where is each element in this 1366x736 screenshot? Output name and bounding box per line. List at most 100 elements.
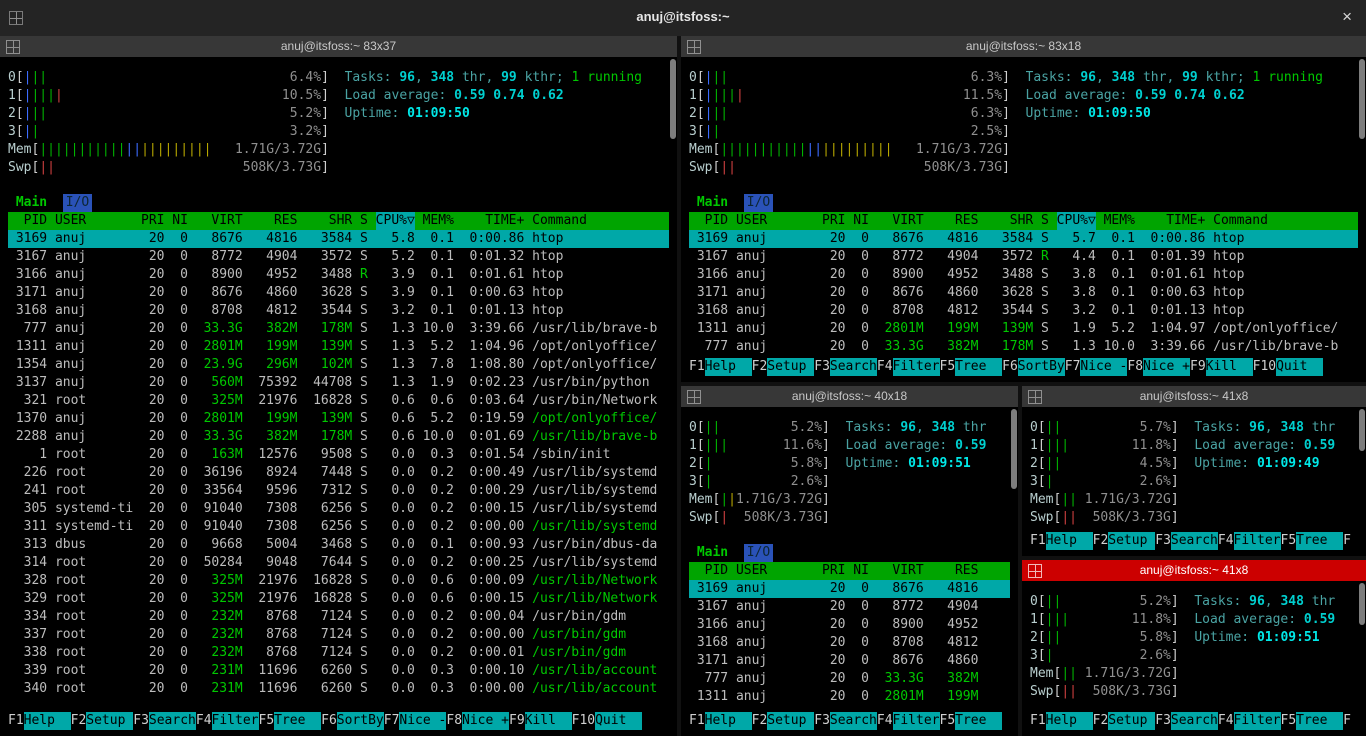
process-row-1370[interactable]: 1370anuj2002801M199M139MS0.65.20:19.59/o…: [8, 410, 669, 428]
col-header-virt[interactable]: VIRT: [196, 212, 243, 230]
process-row-328[interactable]: 328root200325M2197616828S0.00.60:00.09/u…: [8, 572, 669, 590]
scrollbar[interactable]: [1359, 59, 1365, 380]
fkey-f[interactable]: F: [1343, 712, 1351, 730]
fkey-f3[interactable]: F3Search: [1155, 532, 1218, 550]
col-header-pri[interactable]: PRI: [141, 212, 164, 230]
terminal-left[interactable]: 0[|||6.4%]1[|||||10.5%]2[|||5.2%]3[||3.2…: [0, 57, 677, 736]
col-header-pri[interactable]: PRI: [822, 212, 845, 230]
fkey-f2[interactable]: F2Setup: [1093, 712, 1156, 730]
fkey-f2[interactable]: F2Setup: [752, 712, 815, 730]
process-row-3137[interactable]: 3137anuj200560M7539244708S1.31.90:02.23/…: [8, 374, 669, 392]
pane-grid-icon[interactable]: [687, 40, 701, 54]
process-row-1354[interactable]: 1354anuj20023.9G296M102MS1.37.81:08.80/o…: [8, 356, 669, 374]
fkey-f1[interactable]: F1Help: [689, 712, 752, 730]
fkey-f1[interactable]: F1Help: [689, 358, 752, 376]
process-row-3169[interactable]: 3169anuj200867648163584S5.80.10:00.86hto…: [8, 230, 669, 248]
process-row-1311[interactable]: 1311anuj2002801M199M139MS1.35.21:04.96/o…: [8, 338, 669, 356]
col-header-res[interactable]: RES: [251, 212, 298, 230]
process-row-3171[interactable]: 3171anuj200867648603628S3.90.10:00.63hto…: [8, 284, 669, 302]
col-header-s[interactable]: S: [360, 212, 368, 230]
col-header-pid[interactable]: PID: [8, 212, 47, 230]
fkey-f2[interactable]: F2Setup: [71, 712, 134, 730]
process-row-3171[interactable]: 3171anuj200867648603628S3.80.10:00.63hto…: [689, 284, 1358, 302]
fkey-f1[interactable]: F1Help: [1030, 712, 1093, 730]
window-titlebar[interactable]: anuj@itsfoss:~ ×: [0, 0, 1366, 37]
col-header-virt[interactable]: VIRT: [877, 562, 924, 580]
col-header-user[interactable]: USER: [736, 212, 814, 230]
pane-titlebar-right-bottom[interactable]: anuj@itsfoss:~ 41x8: [1022, 560, 1366, 581]
fkey-f2[interactable]: F2Setup: [1093, 532, 1156, 550]
process-row-3171[interactable]: 3171anuj20086764860: [689, 652, 1010, 670]
col-header-mem[interactable]: MEM%: [423, 212, 454, 230]
close-icon[interactable]: ×: [1342, 7, 1352, 27]
pane-grid-icon[interactable]: [6, 40, 20, 54]
process-row-3166[interactable]: 3166anuj200890049523488S3.80.10:01.61hto…: [689, 266, 1358, 284]
col-header-res[interactable]: RES: [932, 562, 979, 580]
fkey-f10[interactable]: F10Quit: [1253, 358, 1323, 376]
col-header-user[interactable]: USER: [55, 212, 133, 230]
col-header-ni[interactable]: NI: [853, 212, 869, 230]
process-row-777[interactable]: 777anuj20033.3G382M178MS1.310.03:39.66/u…: [8, 320, 669, 338]
tab-io[interactable]: I/O: [744, 544, 773, 562]
tab-main[interactable]: Main: [697, 544, 728, 562]
terminal-right-top[interactable]: 0[|||6.3%]1[|||||11.5%]2[|||6.3%]3[||2.5…: [681, 57, 1366, 382]
process-row-305[interactable]: 305systemd-ti2009104073086256S0.00.20:00…: [8, 500, 669, 518]
col-header-shr[interactable]: SHR: [986, 212, 1033, 230]
pane-grid-icon[interactable]: [1028, 390, 1042, 404]
fkey-f6[interactable]: F6SortBy: [1002, 358, 1065, 376]
process-row-339[interactable]: 339root200231M116966260S0.00.30:00.10/us…: [8, 662, 669, 680]
process-row-338[interactable]: 338root200232M87687124S0.00.20:00.01/usr…: [8, 644, 669, 662]
fkey-f4[interactable]: F4Filter: [1218, 532, 1281, 550]
process-row-334[interactable]: 334root200232M87687124S0.00.20:00.04/usr…: [8, 608, 669, 626]
process-row-3167[interactable]: 3167anuj20087724904: [689, 598, 1010, 616]
pane-titlebar-right-top[interactable]: anuj@itsfoss:~ 83x18: [681, 36, 1366, 57]
scrollbar[interactable]: [1359, 409, 1365, 554]
scrollbar-thumb[interactable]: [1011, 409, 1017, 489]
process-row-777[interactable]: 777anuj20033.3G382M: [689, 670, 1010, 688]
process-row-329[interactable]: 329root200325M2197616828S0.00.60:00.15/u…: [8, 590, 669, 608]
col-header-virt[interactable]: VIRT: [877, 212, 924, 230]
scrollbar-thumb[interactable]: [1359, 409, 1365, 451]
fkey-f7[interactable]: F7Nice -: [384, 712, 447, 730]
fkey-f9[interactable]: F9Kill: [509, 712, 572, 730]
process-row-311[interactable]: 311systemd-ti2009104073086256S0.00.20:00…: [8, 518, 669, 536]
fkey-f2[interactable]: F2Setup: [752, 358, 815, 376]
pane-titlebar-left[interactable]: anuj@itsfoss:~ 83x37: [0, 36, 677, 57]
scrollbar[interactable]: [670, 59, 676, 734]
col-header-time[interactable]: TIME+: [462, 212, 525, 230]
fkey-f3[interactable]: F3Search: [133, 712, 196, 730]
fkey-f4[interactable]: F4Filter: [877, 712, 940, 730]
fkey-f5[interactable]: F5Tree: [940, 712, 1003, 730]
fkey-f5[interactable]: F5Tree: [940, 358, 1003, 376]
fkey-f3[interactable]: F3Search: [814, 358, 877, 376]
tab-main[interactable]: Main: [16, 194, 47, 212]
terminal-right-bottom[interactable]: 0[||5.2%]1[|||11.8%]2[||5.8%]3[|2.6%]Mem…: [1022, 581, 1366, 736]
process-row-3168[interactable]: 3168anuj20087084812: [689, 634, 1010, 652]
fkey-f[interactable]: F: [1343, 532, 1351, 550]
col-header-command[interactable]: Command: [532, 212, 669, 230]
process-row-241[interactable]: 241root2003356495967312S0.00.20:00.29/us…: [8, 482, 669, 500]
fkey-f5[interactable]: F5Tree: [1281, 712, 1344, 730]
process-row-1[interactable]: 1root200163M125769508S0.00.30:01.54/sbin…: [8, 446, 669, 464]
process-row-3169[interactable]: 3169anuj20086764816: [689, 580, 1010, 598]
scrollbar-thumb[interactable]: [1359, 583, 1365, 625]
pane-titlebar-bottom-left[interactable]: anuj@itsfoss:~ 40x18: [681, 386, 1018, 407]
col-header-res[interactable]: RES: [932, 212, 979, 230]
terminal-right-mid[interactable]: 0[||5.7%]1[|||11.8%]2[||4.5%]3[|2.6%]Mem…: [1022, 407, 1366, 556]
scrollbar[interactable]: [1011, 409, 1017, 734]
col-header-mem[interactable]: MEM%: [1104, 212, 1135, 230]
col-header-cpu[interactable]: CPU%▽: [376, 212, 415, 230]
fkey-f5[interactable]: F5Tree: [1281, 532, 1344, 550]
process-row-313[interactable]: 313dbus200966850043468S0.00.10:00.93/usr…: [8, 536, 669, 554]
fkey-f6[interactable]: F6SortBy: [321, 712, 384, 730]
process-row-3167[interactable]: 3167anuj200877249043572R4.40.10:01.39hto…: [689, 248, 1358, 266]
col-header-pid[interactable]: PID: [689, 562, 728, 580]
process-row-1311[interactable]: 1311anuj2002801M199M: [689, 688, 1010, 706]
pane-grid-icon[interactable]: [687, 390, 701, 404]
process-row-3167[interactable]: 3167anuj200877249043572S5.20.10:01.32hto…: [8, 248, 669, 266]
process-row-2288[interactable]: 2288anuj20033.3G382M178MS0.610.00:01.69/…: [8, 428, 669, 446]
fkey-f5[interactable]: F5Tree: [259, 712, 322, 730]
fkey-f4[interactable]: F4Filter: [877, 358, 940, 376]
fkey-f4[interactable]: F4Filter: [1218, 712, 1281, 730]
fkey-f4[interactable]: F4Filter: [196, 712, 259, 730]
